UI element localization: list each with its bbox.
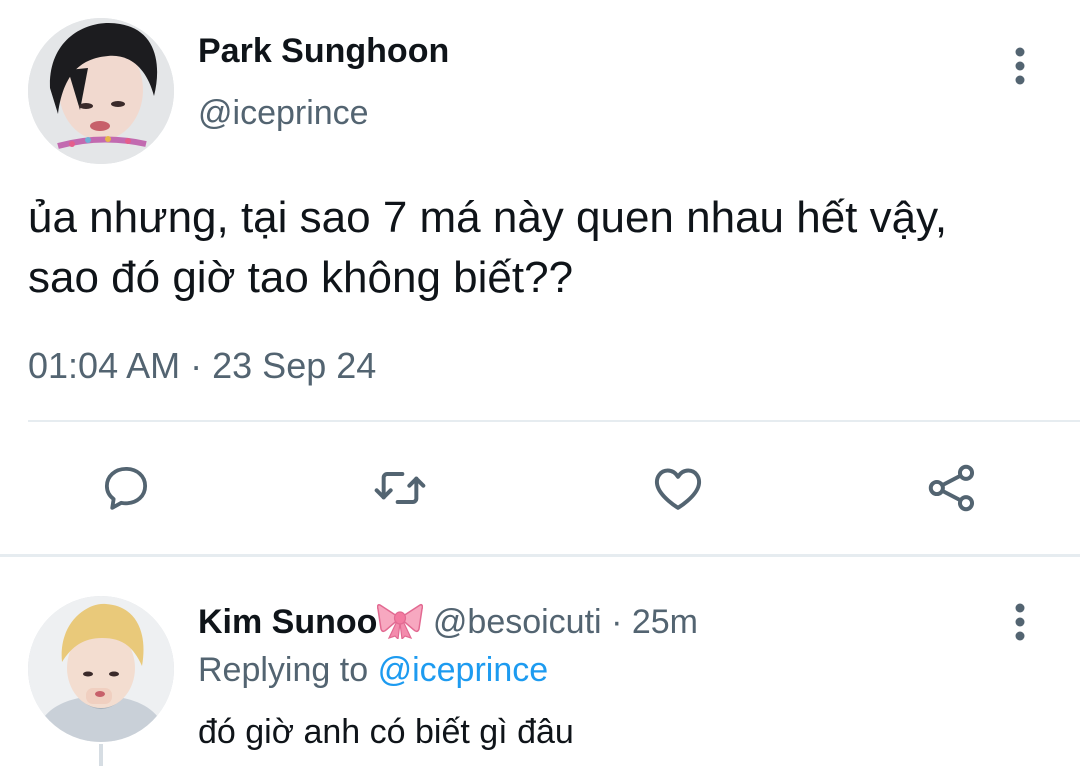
- replying-to-label: Replying to: [198, 651, 369, 689]
- reply-separator: ·: [611, 603, 623, 641]
- author-handle[interactable]: @iceprince: [198, 92, 369, 134]
- reply-more-options-button[interactable]: [1000, 598, 1040, 646]
- reply-header: Kim Sunoo @besoicuti · 25m: [198, 600, 698, 650]
- ribbon-bow-emoji-icon: [377, 601, 424, 650]
- retweet-icon: [374, 472, 426, 504]
- retweet-button[interactable]: [370, 458, 430, 518]
- reply-avatar-image: [28, 596, 174, 742]
- thread-line: [99, 744, 103, 766]
- more-options-button[interactable]: [1000, 42, 1040, 90]
- reply-button[interactable]: [96, 458, 156, 518]
- tweet-time: 01:04 AM: [28, 345, 181, 386]
- reply-author-handle[interactable]: @besoicuti: [433, 603, 602, 641]
- author-avatar[interactable]: [28, 18, 174, 164]
- share-icon: [928, 464, 975, 512]
- more-vertical-icon: [1015, 47, 1025, 85]
- timestamp-separator: ·: [190, 345, 203, 386]
- replying-to: Replying to @iceprince: [198, 648, 548, 692]
- heart-icon: [654, 468, 702, 510]
- tweet-text: ủa nhưng, tại sao 7 má này quen nhau hết…: [28, 188, 1068, 308]
- tweet-text-line: sao đó giờ tao không biết??: [28, 253, 574, 302]
- tweet-date: 23 Sep 24: [212, 345, 377, 386]
- like-button[interactable]: [648, 458, 708, 518]
- author-name[interactable]: Park Sunghoon: [198, 30, 449, 72]
- more-vertical-icon: [1015, 603, 1025, 641]
- reply-bubble-icon: [104, 466, 148, 510]
- tweet-timestamp[interactable]: 01:04 AM · 23 Sep 24: [28, 344, 376, 388]
- replying-to-handle-link[interactable]: @iceprince: [378, 651, 549, 689]
- share-button[interactable]: [922, 458, 982, 518]
- reply-time: 25m: [631, 603, 698, 641]
- reply-author-name[interactable]: Kim Sunoo: [198, 603, 377, 641]
- section-divider: [0, 554, 1080, 557]
- reply-author-avatar[interactable]: [28, 596, 174, 742]
- tweet-text-line: ủa nhưng, tại sao 7 má này quen nhau hết…: [28, 193, 948, 242]
- divider: [28, 420, 1080, 422]
- reply-text: đó giờ anh có biết gì đâu: [198, 713, 574, 751]
- author-avatar-image: [28, 18, 174, 164]
